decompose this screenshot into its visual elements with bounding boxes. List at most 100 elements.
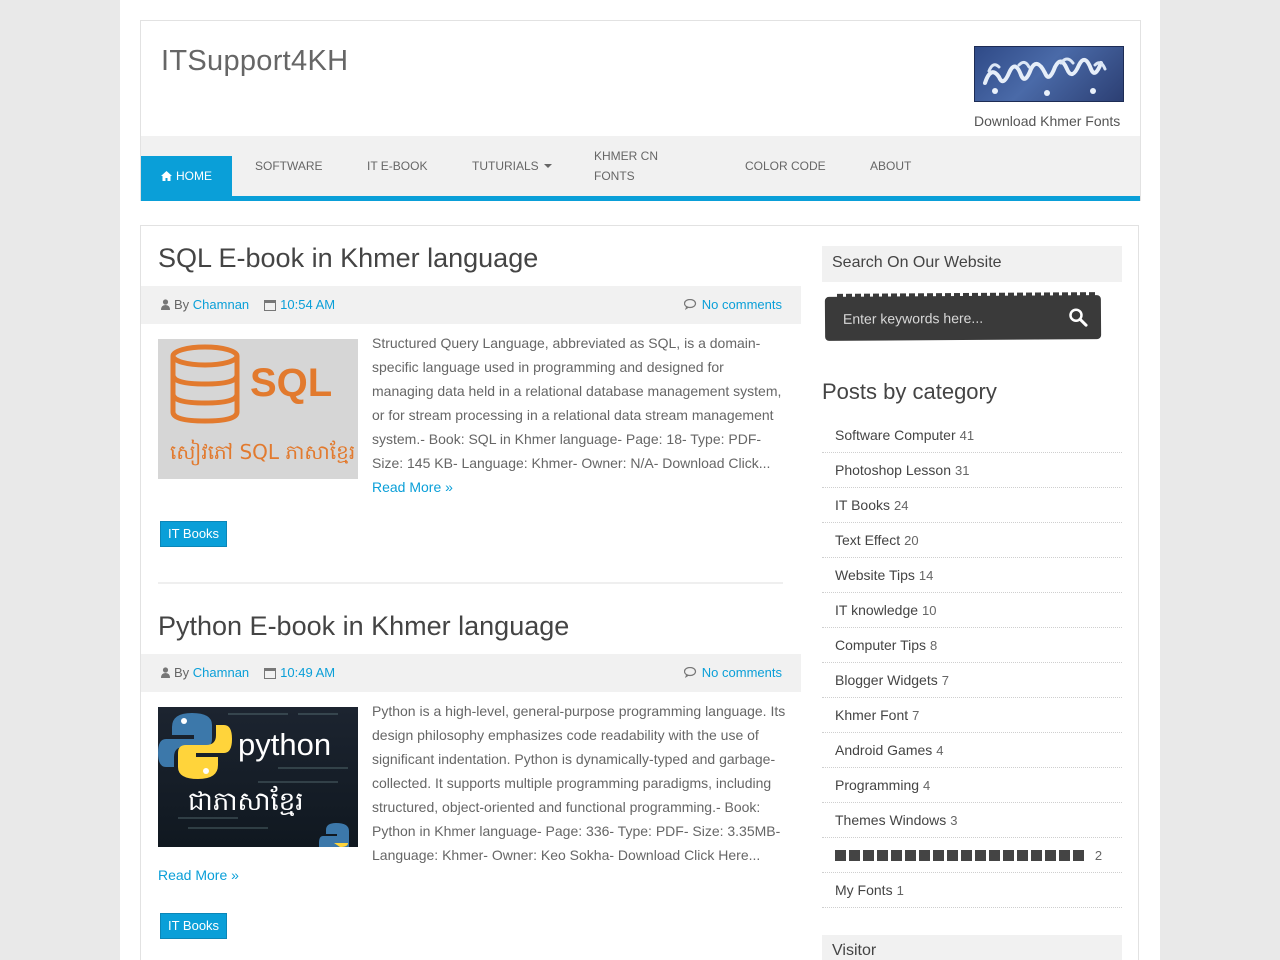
categories-title: Posts by category xyxy=(822,379,997,404)
post-meta-right: No comments xyxy=(683,665,782,680)
category-item[interactable]: Android Games 4 xyxy=(822,733,1122,768)
post-time-link[interactable]: 10:49 AM xyxy=(280,665,335,680)
site-header: ITSupport4KH Download Khmer Fonts HOME S… xyxy=(140,20,1141,201)
post-title[interactable]: Python E-book in Khmer language xyxy=(158,611,569,642)
post-label-tag[interactable]: IT Books xyxy=(160,521,228,547)
nav-tuturials-label: TUTURIALS xyxy=(472,159,539,173)
python-thumb-khmer-text: ជាភាសាខ្មែរ xyxy=(188,787,304,817)
search-box xyxy=(824,295,1102,341)
category-count: 8 xyxy=(930,638,938,653)
banner-caption: Download Khmer Fonts xyxy=(974,113,1121,129)
category-item[interactable]: 2 xyxy=(822,838,1122,873)
category-item[interactable]: Programming 4 xyxy=(822,768,1122,803)
post-meta: By Chamnan 10:49 AM No comments xyxy=(141,654,801,692)
nav-software[interactable]: SOFTWARE xyxy=(255,136,323,196)
category-link[interactable]: Software Computer xyxy=(835,427,956,443)
category-link[interactable]: Blogger Widgets xyxy=(835,672,938,688)
sidebar: Search On Our Website Posts by category … xyxy=(801,225,1139,960)
category-item[interactable]: Themes Windows 3 xyxy=(822,803,1122,838)
sql-thumb-text: SQL xyxy=(250,361,333,405)
post-meta: By Chamnan 10:54 AM No comments xyxy=(141,286,801,324)
nav-tuturials[interactable]: TUTURIALS xyxy=(472,136,552,196)
nav-about[interactable]: ABOUT xyxy=(870,136,911,196)
category-link[interactable]: Programming xyxy=(835,777,919,793)
post-excerpt-text: Python is a high-level, general-purpose … xyxy=(372,703,786,863)
site-title[interactable]: ITSupport4KH xyxy=(161,45,348,78)
sql-ebook-thumbnail[interactable]: SQL សៀវភៅ SQL ភាសាខ្មែរ xyxy=(158,339,358,479)
category-item[interactable]: My Fonts 1 xyxy=(822,873,1122,908)
post-meta-left: By Chamnan 10:54 AM xyxy=(161,297,335,312)
category-count: 1 xyxy=(896,883,904,898)
python-ebook-thumbnail[interactable]: python ជាភាសាខ្មែរ xyxy=(158,707,358,847)
category-link[interactable]: IT Books xyxy=(835,497,890,513)
category-item[interactable]: Website Tips 14 xyxy=(822,558,1122,593)
category-item[interactable]: Blogger Widgets 7 xyxy=(822,663,1122,698)
category-item[interactable]: IT knowledge 10 xyxy=(822,593,1122,628)
category-item[interactable]: Photoshop Lesson 31 xyxy=(822,453,1122,488)
dropdown-caret-icon xyxy=(543,164,552,168)
user-icon xyxy=(161,299,170,310)
nav-khmer-cn-fonts[interactable]: KHMER CN FONTS xyxy=(594,136,674,196)
post-author-link[interactable]: Chamnan xyxy=(193,665,249,680)
category-item[interactable]: Computer Tips 8 xyxy=(822,628,1122,663)
category-link[interactable]: Photoshop Lesson xyxy=(835,462,951,478)
read-more-link[interactable]: Read More » xyxy=(158,867,239,883)
post-excerpt-text: Structured Query Language, abbreviated a… xyxy=(372,335,782,471)
category-count: 7 xyxy=(912,708,920,723)
category-link-unrendered-glyphs[interactable] xyxy=(835,847,1091,863)
comments-icon xyxy=(683,667,696,678)
post-excerpt: Python is a high-level, general-purpose … xyxy=(372,699,787,867)
user-icon xyxy=(161,667,170,678)
category-link[interactable]: My Fonts xyxy=(835,882,893,898)
category-count: 10 xyxy=(922,603,937,618)
search-widget-title: Search On Our Website xyxy=(822,246,1122,282)
category-count: 41 xyxy=(959,428,975,443)
category-link[interactable]: Computer Tips xyxy=(835,637,926,653)
category-count: 20 xyxy=(904,533,919,548)
search-icon[interactable] xyxy=(1068,307,1088,327)
category-count: 4 xyxy=(923,778,931,793)
category-count: 2 xyxy=(1094,848,1103,863)
category-link[interactable]: Text Effect xyxy=(835,532,900,548)
nav-home[interactable]: HOME xyxy=(141,156,232,196)
category-item[interactable]: Khmer Font 7 xyxy=(822,698,1122,733)
category-link[interactable]: IT knowledge xyxy=(835,602,918,618)
post-by-label: By xyxy=(174,665,190,680)
category-link[interactable]: Android Games xyxy=(835,742,932,758)
post-comments-link[interactable]: No comments xyxy=(702,665,782,680)
post-meta-right: No comments xyxy=(683,297,782,312)
post-title[interactable]: SQL E-book in Khmer language xyxy=(158,243,538,274)
category-count: 7 xyxy=(941,673,949,688)
category-item[interactable]: Software Computer 41 xyxy=(822,418,1122,453)
category-link[interactable]: Khmer Font xyxy=(835,707,908,723)
nav-home-label: HOME xyxy=(176,169,212,183)
category-link[interactable]: Themes Windows xyxy=(835,812,946,828)
comments-icon xyxy=(683,299,696,310)
home-icon xyxy=(161,171,172,181)
nav-it-ebook[interactable]: IT E-BOOK xyxy=(367,136,427,196)
python-thumb-text: python xyxy=(238,727,332,762)
visitor-widget-title: Visitor xyxy=(822,935,1122,960)
post-meta-left: By Chamnan 10:49 AM xyxy=(161,665,335,680)
calendar-icon xyxy=(264,667,277,679)
sql-thumb-khmer-text: សៀវភៅ SQL ភាសាខ្មែរ xyxy=(170,440,356,464)
post-divider xyxy=(158,582,783,584)
khmer-fonts-banner-image[interactable] xyxy=(974,46,1124,102)
category-link[interactable]: Website Tips xyxy=(835,567,915,583)
category-item[interactable]: IT Books 24 xyxy=(822,488,1122,523)
categories-list: Software Computer 41 Photoshop Lesson 31 I… xyxy=(822,418,1122,908)
category-count: 31 xyxy=(954,463,970,478)
category-count: 24 xyxy=(894,498,909,513)
post-by-label: By xyxy=(174,297,190,312)
nav-color-code[interactable]: COLOR CODE xyxy=(745,136,826,196)
read-more-link[interactable]: Read More » xyxy=(372,479,453,495)
post-author-link[interactable]: Chamnan xyxy=(193,297,249,312)
category-item[interactable]: Text Effect 20 xyxy=(822,523,1122,558)
post-label-tag[interactable]: IT Books xyxy=(160,913,228,939)
post-comments-link[interactable]: No comments xyxy=(702,297,782,312)
main-nav: HOME SOFTWARE IT E-BOOK TUTURIALS KHMER … xyxy=(141,136,1140,201)
category-count: 3 xyxy=(950,813,958,828)
search-input[interactable] xyxy=(842,306,1054,330)
category-count: 14 xyxy=(918,568,934,583)
post-time-link[interactable]: 10:54 AM xyxy=(280,297,335,312)
